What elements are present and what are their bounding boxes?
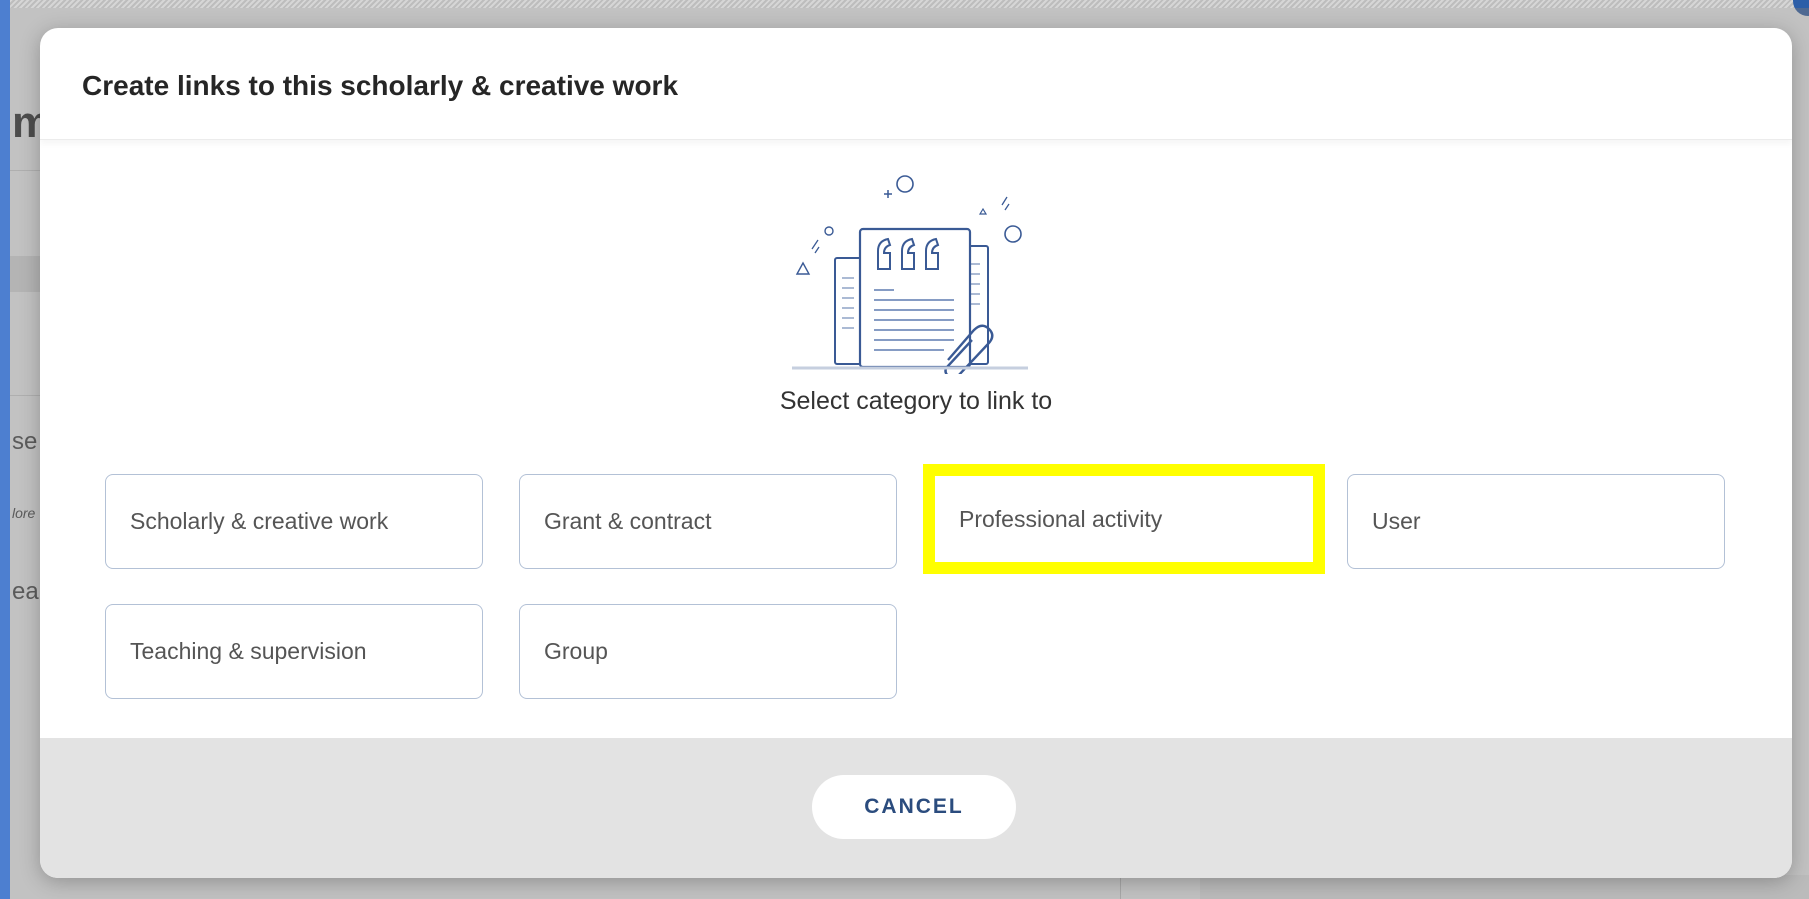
window-left-edge bbox=[0, 0, 10, 899]
category-user-button[interactable]: User bbox=[1347, 474, 1725, 569]
select-category-prompt: Select category to link to bbox=[779, 387, 1053, 415]
dialog-footer: CANCEL bbox=[40, 738, 1792, 878]
category-teaching-supervision-button[interactable]: Teaching & supervision bbox=[105, 604, 483, 699]
category-scholarly-creative-work-button[interactable]: Scholarly & creative work bbox=[105, 474, 483, 569]
document-quote-paperclip-icon bbox=[792, 175, 1028, 374]
dialog-title: Create links to this scholarly & creativ… bbox=[82, 70, 679, 101]
background-toolbar-strip bbox=[10, 0, 1809, 8]
dialog-header: Create links to this scholarly & creativ… bbox=[40, 28, 1792, 140]
category-professional-activity-button[interactable]: Professional activity bbox=[923, 464, 1325, 574]
create-links-dialog: Create links to this scholarly & creativ… bbox=[40, 28, 1792, 878]
category-group-button[interactable]: Group bbox=[519, 604, 897, 699]
category-grant-contract-button[interactable]: Grant & contract bbox=[519, 474, 897, 569]
dialog-body: Select category to link to Scholarly & c… bbox=[40, 140, 1792, 738]
cancel-button[interactable]: CANCEL bbox=[812, 775, 1016, 839]
